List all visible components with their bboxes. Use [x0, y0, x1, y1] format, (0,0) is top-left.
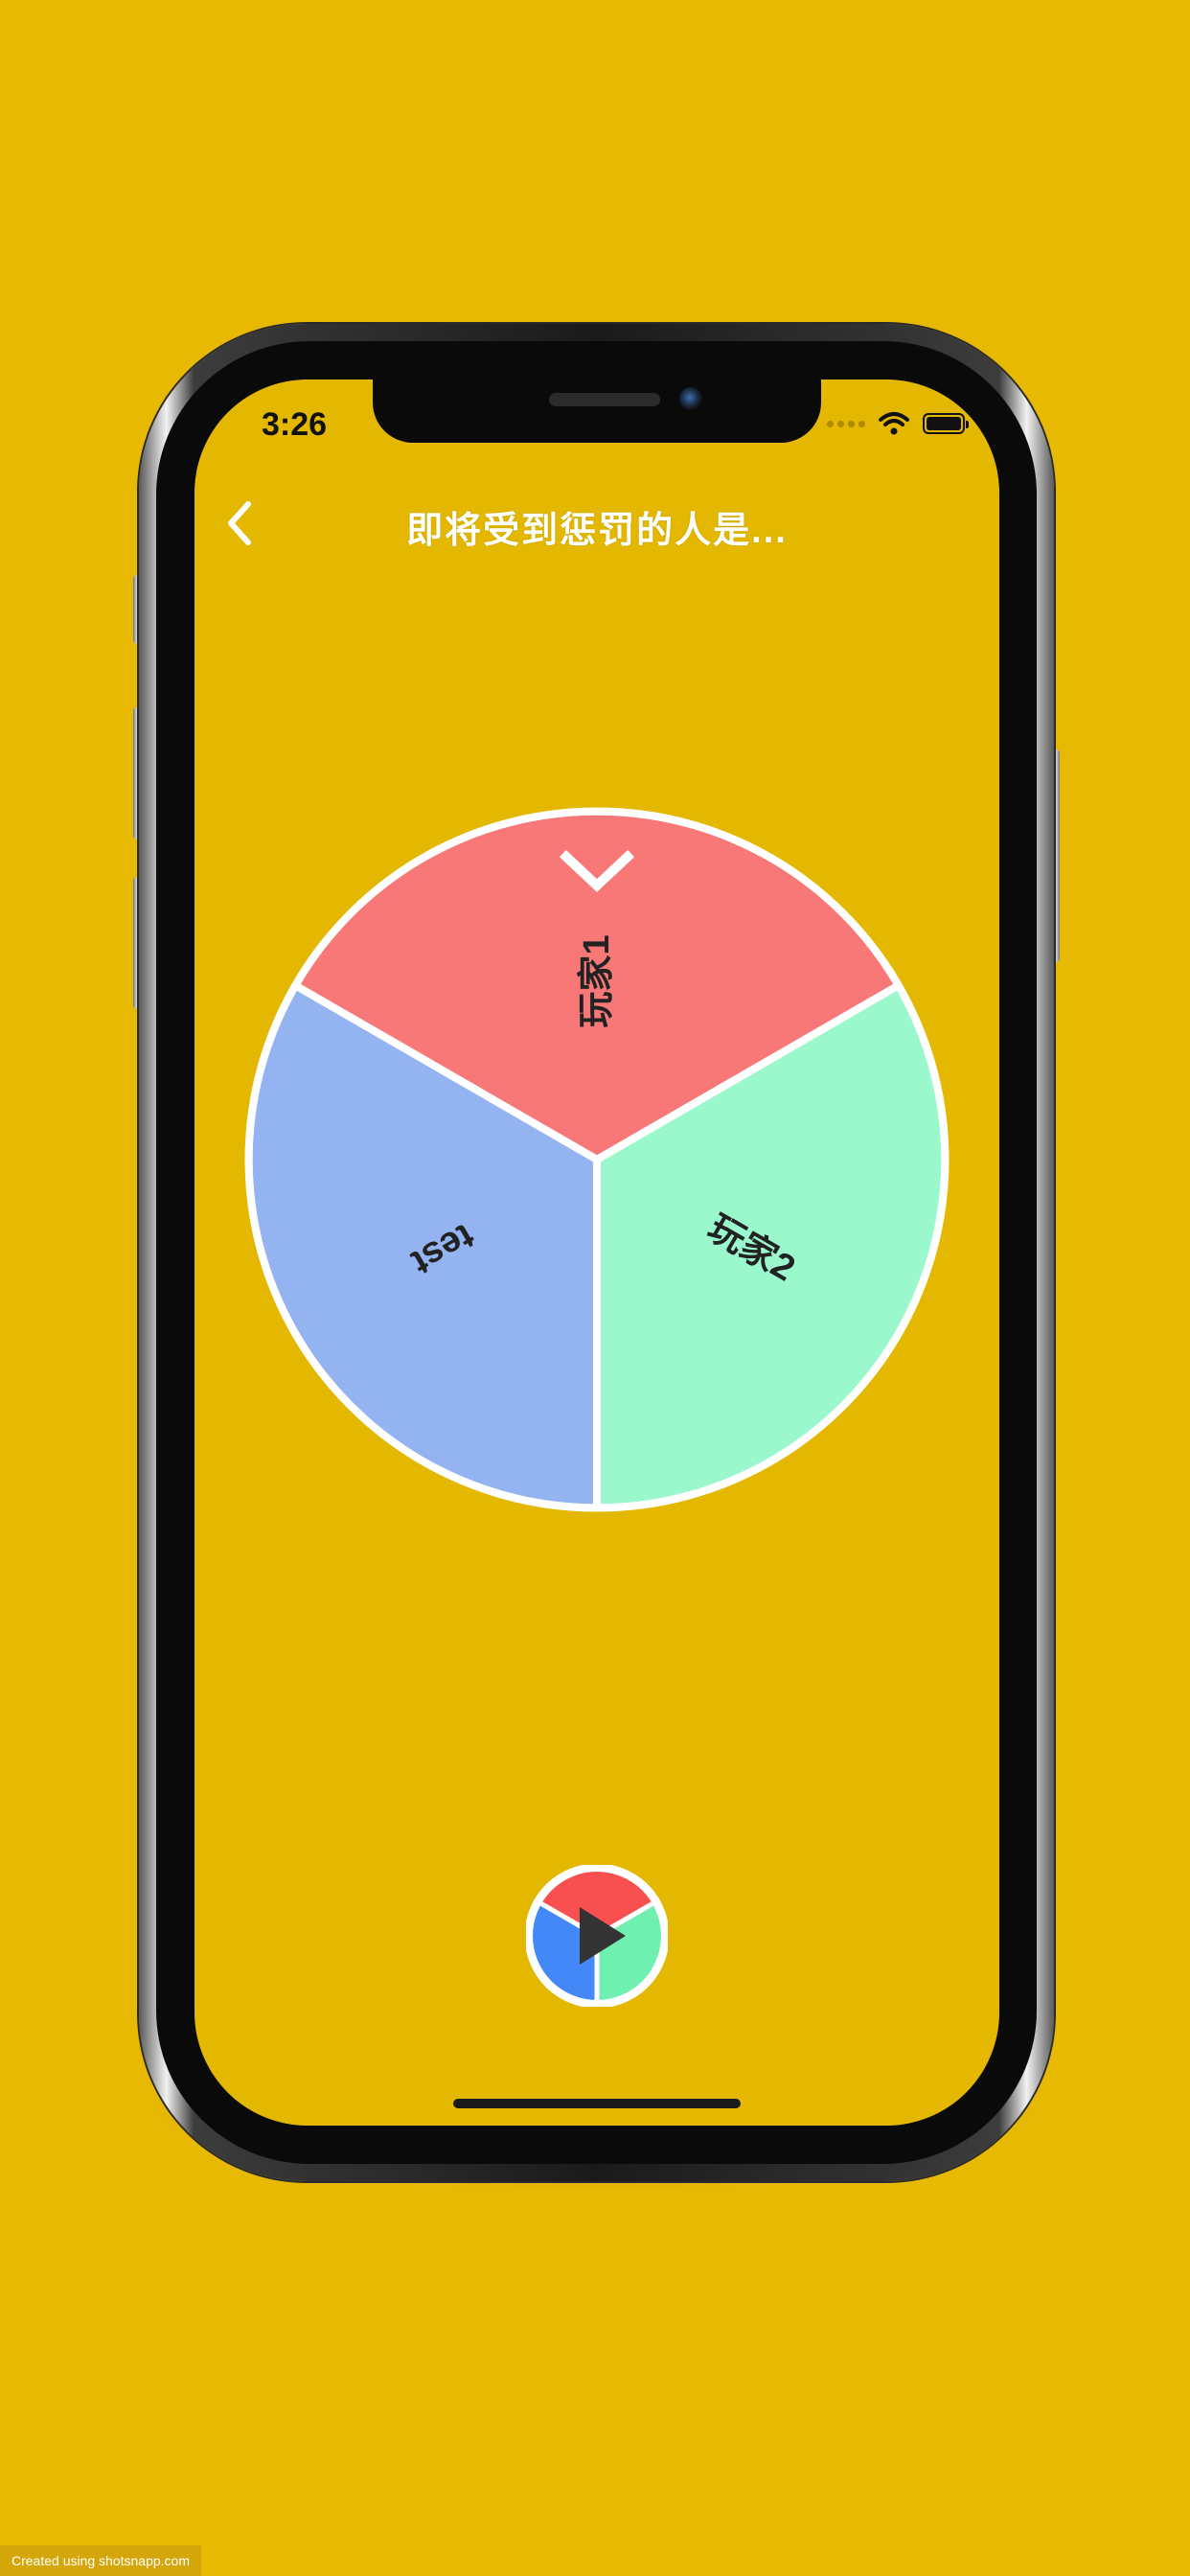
app-screen: 3:26 即将受到惩罚的人是... 玩家1 玩家2 test	[195, 380, 999, 2126]
speaker-grille	[549, 393, 660, 406]
notch	[373, 380, 821, 443]
wifi-icon	[879, 412, 909, 435]
signal-icon	[827, 420, 865, 427]
battery-icon	[923, 413, 969, 434]
spin-button[interactable]	[526, 1865, 668, 2007]
front-camera	[679, 387, 702, 410]
wheel-label-player1: 玩家1	[577, 934, 617, 1027]
credit-label: Created using shotsnapp.com	[0, 2545, 201, 2576]
status-time: 3:26	[262, 406, 328, 443]
home-indicator	[453, 2099, 741, 2108]
prize-wheel[interactable]: 玩家1 玩家2 test	[240, 803, 953, 1516]
status-indicators	[827, 410, 969, 437]
page-title: 即将受到惩罚的人是...	[406, 511, 788, 551]
